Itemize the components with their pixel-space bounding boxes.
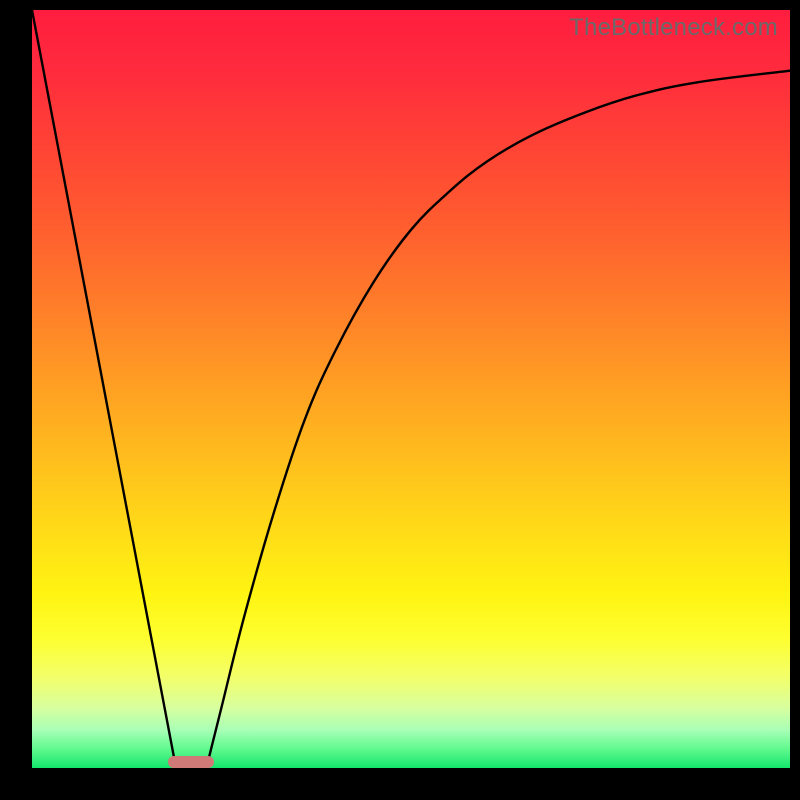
curve-right [206, 71, 790, 768]
chart-frame: TheBottleneck.com [0, 0, 800, 800]
curve-left [32, 10, 176, 768]
curve-svg [32, 10, 790, 768]
minimum-marker [168, 756, 213, 768]
plot-area: TheBottleneck.com [32, 10, 790, 768]
